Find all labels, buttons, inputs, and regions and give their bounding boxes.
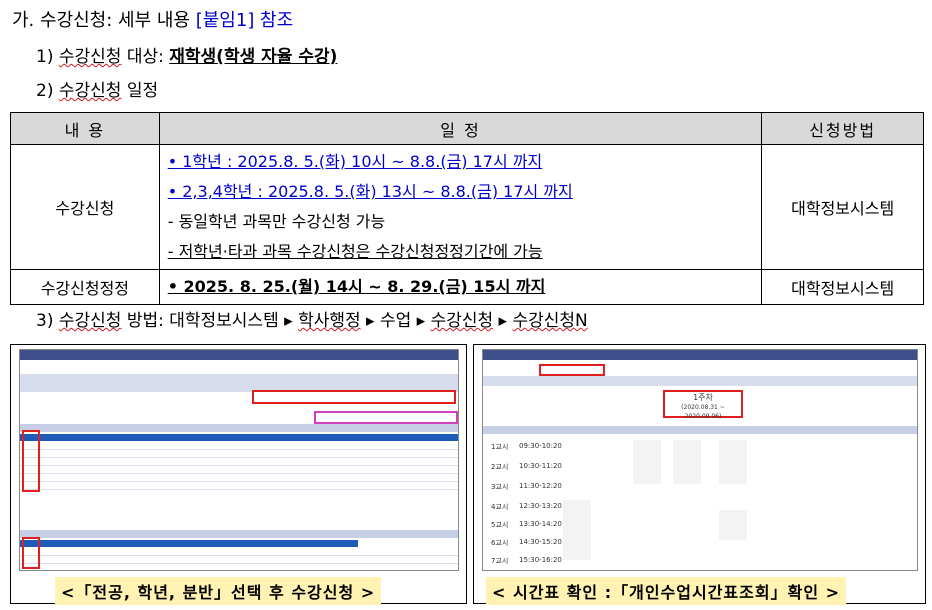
row2-schedule: • 2025. 8. 25.(월) 14시 ~ 8. 29.(금) 15시 까지	[158, 269, 763, 305]
time-label: 09:30-10:20	[519, 442, 562, 450]
class-block	[719, 510, 747, 540]
header-method: 신청방법	[761, 112, 924, 145]
filter-highlight	[252, 390, 456, 404]
path-step-registration-n: 수강신청N	[512, 311, 588, 331]
heading-prefix: 가. 수강신청: 세부 내용	[12, 10, 196, 31]
header-schedule: 일 정	[158, 112, 763, 145]
hour-label: 5교시	[491, 521, 509, 529]
item3-label: 수강신청	[58, 311, 122, 331]
class-block	[633, 440, 661, 484]
time-label: 10:30-11:20	[519, 462, 562, 470]
enrolled-header	[20, 530, 458, 538]
menu-highlight	[539, 364, 605, 376]
table-row	[20, 482, 458, 490]
left-caption: <「전공, 학년, 분반」선택 후 수강신청 >	[55, 577, 382, 605]
right-screenshot-panel: 1주차 (2020.08.31 ~ 2020.09.06) 1교시 09:30-…	[473, 344, 926, 605]
row2-name: 수강신청정정	[10, 269, 160, 305]
class-block	[563, 500, 591, 560]
hour-label: 1교시	[491, 443, 509, 451]
week-period: (2020.08.31 ~ 2020.09.06)	[681, 404, 725, 420]
target-line: 1) 수강신청 대상: 재학생(학생 자율 수강)	[36, 42, 337, 67]
nav-bar	[483, 350, 917, 360]
filter-bar	[483, 376, 917, 386]
item1-mid: 대상:	[121, 47, 170, 67]
table-row	[20, 466, 458, 474]
path-step-registration: 수강신청	[430, 311, 494, 331]
schedule-line-freshman: • 1학년 : 2025.8. 5.(화) 10시 ~ 8.8.(금) 17시 …	[167, 152, 543, 171]
time-label: 11:30-12:20	[519, 482, 562, 490]
left-screenshot-panel: <「전공, 학년, 분반」선택 후 수강신청 >	[10, 344, 467, 605]
hour-label: 2교시	[491, 463, 509, 471]
item2-prefix: 2)	[36, 81, 59, 101]
schedule-note-other: - 저학년·타과 과목 수강신청은 수강신청정정기간에 가능	[167, 242, 543, 261]
right-caption: < 시간표 확인 :「개인수업시간표조회」확인 >	[486, 577, 847, 605]
table-row: 수강신청정정 • 2025. 8. 25.(월) 14시 ~ 8. 29.(금)…	[10, 269, 924, 305]
apply-buttons-highlight	[22, 430, 40, 492]
schedule-line: 2) 수강신청 일정	[36, 76, 158, 101]
item3-step2: ▸ 수업 ▸	[360, 311, 431, 331]
row1-method: 대학정보시스템	[761, 144, 924, 270]
method-line: 3) 수강신청 방법: 대학정보시스템 ▸ 학사행정 ▸ 수업 ▸ 수강신청 ▸…	[36, 306, 588, 331]
week-label: 1주차	[693, 393, 713, 402]
hour-label: 4교시	[491, 503, 509, 511]
schedule-line-upper: • 2,3,4학년 : 2025.8. 5.(화) 13시 ~ 8.8.(금) …	[167, 182, 573, 201]
schedule-table: 내 용 일 정 신청방법 수강신청 • 1학년 : 2025.8. 5.(화) …	[10, 112, 924, 305]
table-row	[20, 548, 458, 556]
hour-label: 3교시	[491, 483, 509, 491]
timetable-header	[483, 426, 917, 434]
item3-step4: ▸	[493, 311, 513, 331]
time-label: 13:30-14:20	[519, 520, 562, 528]
time-label: 15:30-16:20	[519, 556, 562, 564]
table-row: 수강신청 • 1학년 : 2025.8. 5.(화) 10시 ~ 8.8.(금)…	[10, 144, 924, 270]
hour-label: 6교시	[491, 539, 509, 547]
registration-screenshot	[19, 349, 459, 571]
selected-row	[20, 434, 458, 441]
table-row	[20, 442, 458, 450]
button-highlight	[314, 411, 458, 424]
cancel-buttons-highlight	[22, 537, 40, 569]
schedule-note-same-year: - 동일학년 과목만 수강신청 가능	[167, 212, 386, 231]
week-highlight: 1주차 (2020.08.31 ~ 2020.09.06)	[663, 390, 743, 420]
path-step-academic: 학사행정	[298, 311, 361, 331]
item1-label: 수강신청	[58, 47, 122, 67]
table-row	[20, 474, 458, 482]
table-header-row: 내 용 일 정 신청방법	[10, 112, 924, 145]
item3-prefix: 3)	[36, 311, 59, 331]
table-row	[20, 458, 458, 466]
row1-name: 수강신청	[10, 144, 160, 270]
table-row	[20, 556, 458, 564]
section-heading: 가. 수강신청: 세부 내용 [붙임1] 참조	[12, 6, 293, 32]
row1-schedule: • 1학년 : 2025.8. 5.(화) 10시 ~ 8.8.(금) 17시 …	[158, 144, 763, 270]
timetable-screenshot: 1주차 (2020.08.31 ~ 2020.09.06) 1교시 09:30-…	[482, 349, 918, 571]
selected-row	[20, 540, 358, 547]
hour-label: 7교시	[491, 557, 509, 565]
class-block	[673, 440, 701, 484]
grid-header	[20, 424, 458, 432]
target-value: 재학생(학생 자율 수강)	[169, 47, 338, 67]
item2-label: 수강신청	[58, 81, 122, 101]
row2-method: 대학정보시스템	[761, 269, 924, 305]
time-label: 12:30-13:20	[519, 502, 562, 510]
table-row	[20, 450, 458, 458]
correction-period: • 2025. 8. 25.(월) 14시 ~ 8. 29.(금) 15시 까지	[167, 277, 546, 296]
class-block	[719, 440, 747, 484]
header-content: 내 용	[10, 112, 160, 145]
heading-ref: [붙임1] 참조	[195, 10, 294, 31]
nav-bar	[20, 350, 458, 360]
item1-prefix: 1)	[36, 47, 59, 67]
time-label: 14:30-15:20	[519, 538, 562, 546]
item2-rest: 일정	[121, 81, 159, 101]
item3-mid: 방법: 대학정보시스템 ▸	[121, 311, 299, 331]
